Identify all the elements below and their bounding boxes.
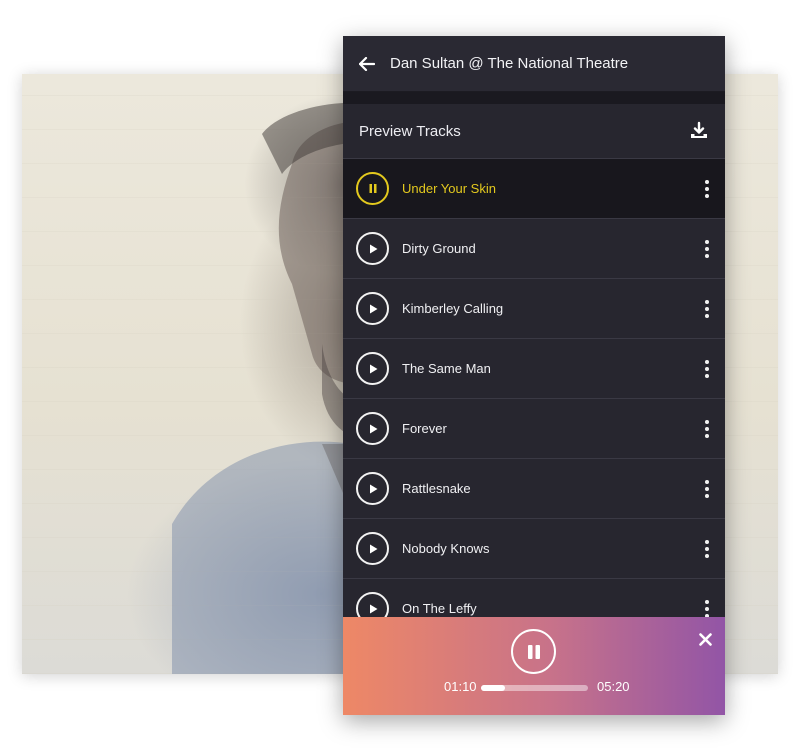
section-title: Preview Tracks	[359, 122, 461, 140]
more-vertical-icon[interactable]	[703, 299, 711, 318]
download-icon[interactable]	[689, 121, 709, 141]
track-title: On The Leffy	[402, 601, 477, 616]
more-vertical-icon[interactable]	[703, 479, 711, 498]
play-button[interactable]	[356, 412, 389, 445]
track-row[interactable]: Kimberley Calling	[343, 279, 725, 339]
play-icon	[369, 484, 377, 493]
play-icon	[369, 364, 377, 373]
header-divider	[343, 92, 725, 104]
preview-tracks-header: Preview Tracks	[343, 104, 725, 159]
play-button[interactable]	[356, 472, 389, 505]
track-row[interactable]: Nobody Knows	[343, 519, 725, 579]
track-title: Forever	[402, 421, 447, 436]
more-vertical-icon[interactable]	[703, 539, 711, 558]
arrow-left-icon[interactable]	[359, 55, 377, 73]
track-row[interactable]: The Same Man	[343, 339, 725, 399]
track-row[interactable]: Forever	[343, 399, 725, 459]
play-button[interactable]	[356, 292, 389, 325]
player-panel: Dan Sultan @ The National Theatre Previe…	[343, 36, 725, 715]
current-time: 01:10	[444, 679, 477, 694]
track-title: Nobody Knows	[402, 541, 490, 556]
track-title: Kimberley Calling	[402, 301, 504, 316]
close-icon[interactable]	[699, 633, 712, 646]
total-time: 05:20	[597, 679, 630, 694]
progress-fill	[481, 685, 505, 691]
progress-bar[interactable]	[481, 685, 588, 691]
play-icon	[369, 544, 377, 553]
player-pause-button[interactable]	[511, 629, 556, 674]
track-title: Dirty Ground	[402, 241, 476, 256]
pause-icon	[527, 644, 540, 659]
mini-player: 01:10 05:20	[343, 617, 725, 715]
play-icon	[369, 424, 377, 433]
play-icon	[369, 604, 377, 613]
pause-button[interactable]	[356, 172, 389, 205]
top-bar: Dan Sultan @ The National Theatre	[343, 36, 725, 92]
more-vertical-icon[interactable]	[703, 239, 711, 258]
track-row[interactable]: Dirty Ground	[343, 219, 725, 279]
play-icon	[369, 304, 377, 313]
more-vertical-icon[interactable]	[703, 419, 711, 438]
play-button[interactable]	[356, 352, 389, 385]
more-vertical-icon[interactable]	[703, 179, 711, 198]
page-title: Dan Sultan @ The National Theatre	[390, 55, 629, 72]
pause-icon	[369, 184, 376, 193]
track-title: Under Your Skin	[402, 181, 496, 196]
play-button[interactable]	[356, 232, 389, 265]
play-icon	[369, 244, 377, 253]
track-row[interactable]: Under Your Skin	[343, 159, 725, 219]
track-title: The Same Man	[402, 361, 491, 376]
track-row[interactable]: Rattlesnake	[343, 459, 725, 519]
track-list: Under Your Skin Dirty Ground Kimberley C…	[343, 159, 725, 639]
track-title: Rattlesnake	[402, 481, 471, 496]
more-vertical-icon[interactable]	[703, 359, 711, 378]
play-button[interactable]	[356, 532, 389, 565]
more-vertical-icon[interactable]	[703, 599, 711, 618]
